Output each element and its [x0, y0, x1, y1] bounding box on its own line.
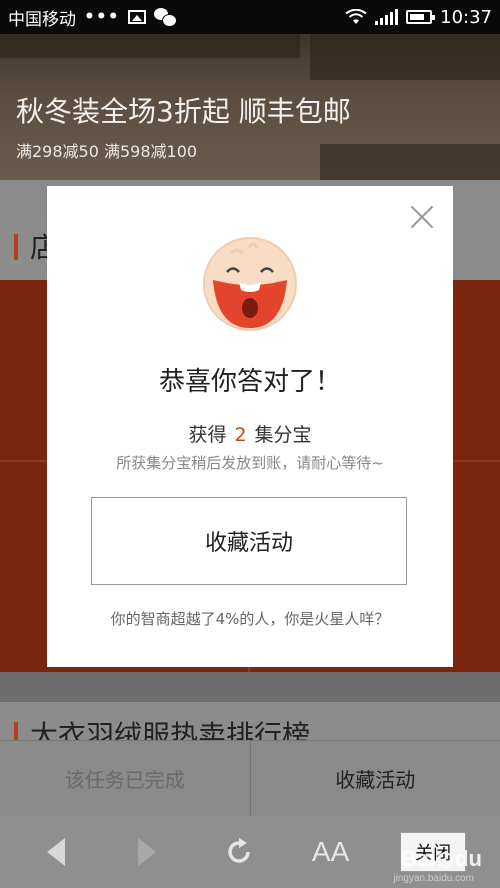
dialog-favorite-button[interactable]: 收藏活动	[91, 497, 407, 585]
wechat-icon	[153, 8, 177, 27]
task-action-bar: 该任务已完成 收藏活动	[0, 740, 500, 816]
image-notification-icon	[127, 10, 146, 24]
reward-count: 2	[234, 424, 247, 446]
reward-hint: 所获集分宝稍后发放到账，请耐心等待~	[116, 454, 384, 472]
laughing-face-icon	[203, 237, 297, 331]
task-done-button[interactable]: 该任务已完成	[0, 741, 251, 816]
back-button[interactable]	[34, 830, 78, 874]
watermark-url: jingyan.baidu.com	[393, 873, 474, 884]
favorite-activity-button[interactable]: 收藏活动	[251, 741, 500, 816]
back-arrow-icon	[46, 838, 65, 866]
status-bar: 中国移动 ••• 10:37	[0, 0, 500, 34]
refresh-icon	[228, 838, 250, 863]
notification-dots: •••	[84, 7, 120, 27]
success-dialog: 恭喜你答对了！ 获得 2 集分宝 所获集分宝稍后发放到账，请耐心等待~ 收藏活动 你…	[47, 186, 453, 667]
forward-button[interactable]	[125, 830, 169, 874]
clock: 10:37	[440, 6, 492, 28]
reward-prefix: 获得	[188, 424, 227, 446]
close-icon[interactable]	[409, 204, 435, 230]
banner-subtitle: 满298减50 满598减100	[16, 142, 198, 161]
reward-line: 获得 2 集分宝	[47, 420, 453, 447]
reward-suffix: 集分宝	[254, 424, 312, 446]
dialog-footer-text: 你的智商超越了4%的人，你是火星人咩？	[110, 610, 390, 628]
forward-arrow-icon	[138, 838, 157, 866]
baidu-watermark: Bai du	[400, 846, 482, 871]
promo-banner: 秋冬装全场3折起 顺丰包邮 满298减50 满598减100	[0, 34, 500, 180]
dialog-title: 恭喜你答对了！	[158, 367, 341, 397]
banner-title: 秋冬装全场3折起 顺丰包邮	[16, 95, 351, 128]
font-size-button[interactable]: AA	[309, 830, 353, 874]
carrier-label: 中国移动	[8, 9, 76, 30]
wifi-icon	[345, 9, 367, 24]
signal-icon	[375, 9, 399, 25]
divider	[0, 672, 500, 702]
font-size-icon: AA	[311, 836, 350, 867]
refresh-button[interactable]	[217, 830, 261, 874]
battery-icon	[406, 10, 436, 24]
